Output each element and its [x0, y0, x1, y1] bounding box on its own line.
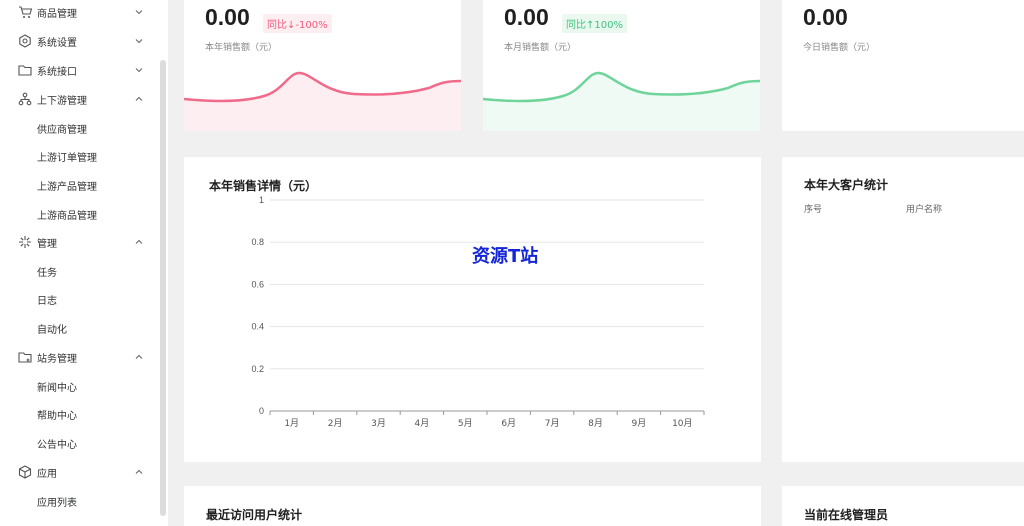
folder-icon [18, 65, 32, 76]
sidebar-item-label: 帮助中心 [37, 410, 77, 422]
x-tick-label: 3月 [371, 418, 386, 429]
y-tick-label: 0.6 [251, 279, 264, 289]
sidebar-item-label: 公告中心 [37, 439, 77, 451]
sales-chart-card: 本年销售详情（元） 1 0.8 0.6 0.4 0.2 0 1月 2月 3月 4月 5月 6月 7月 8月… [184, 157, 761, 462]
stat-label: 本月销售额（元） [504, 43, 577, 53]
chevron-down-icon [135, 10, 143, 15]
chevron-up-icon [135, 469, 143, 474]
sidebar-item-label: 新闻中心 [37, 382, 77, 394]
sidebar-item-upstream-products[interactable]: 上游产品管理 [0, 171, 160, 199]
sidebar-item-supply-chain[interactable]: 上下游管理 [0, 85, 160, 113]
top-customers-card: 本年大客户统计 序号 用户名称 [782, 157, 1024, 462]
hierarchy-icon [18, 92, 32, 106]
card-title: 本年大客户统计 [804, 178, 889, 192]
sidebar-item-news[interactable]: 新闻中心 [0, 372, 160, 400]
sidebar-item-label: 站务管理 [37, 353, 77, 365]
sidebar-item-label: 上游订单管理 [37, 152, 97, 164]
chevron-up-icon [135, 96, 143, 101]
stat-card-today: 0.00 今日销售额（元） [782, 0, 1024, 131]
card-title: 最近访问用户统计 [206, 508, 303, 522]
sidebar-item-label: 系统设置 [37, 37, 77, 49]
sidebar-item-label: 应用 [37, 468, 57, 480]
sidebar-scrollbar[interactable] [160, 60, 166, 516]
sidebar-item-label: 任务 [37, 267, 57, 279]
sidebar-item-announcements[interactable]: 公告中心 [0, 429, 160, 457]
sidebar: 商品管理 系统设置 系统接口 上下游管理 供应商管理 上游订单管理 上游产品管理… [0, 0, 168, 526]
stat-value: 0.00 [504, 4, 549, 30]
recent-visits-card: 最近访问用户统计 [184, 486, 761, 526]
sparkle-icon [19, 236, 31, 248]
x-tick-label: 7月 [545, 418, 560, 429]
y-tick-label: 0.8 [251, 237, 264, 247]
sidebar-item-automation[interactable]: 自动化 [0, 314, 160, 342]
cart-icon [19, 6, 32, 18]
online-admins-card: 当前在线管理员 [782, 486, 1024, 526]
sidebar-item-label: 商品管理 [37, 8, 77, 20]
column-header-index: 序号 [804, 205, 823, 215]
sidebar-item-label: 供应商管理 [37, 124, 87, 136]
sidebar-item-label: 上下游管理 [37, 95, 87, 107]
x-tick-label: 4月 [415, 418, 430, 429]
x-tick-label: 1月 [284, 418, 299, 429]
sidebar-item-settings[interactable]: 系统设置 [0, 27, 160, 55]
sidebar-item-help[interactable]: 帮助中心 [0, 400, 160, 428]
chevron-down-icon [135, 68, 143, 73]
sidebar-item-products[interactable]: 商品管理 [0, 0, 160, 26]
settings-icon [19, 34, 31, 48]
y-tick-label: 0.4 [251, 322, 264, 332]
chevron-up-icon [135, 354, 143, 359]
folder-add-icon [18, 352, 32, 363]
sidebar-item-interfaces[interactable]: 系统接口 [0, 56, 160, 84]
sidebar-item-logs[interactable]: 日志 [0, 285, 160, 313]
x-tick-label: 8月 [588, 418, 603, 429]
sidebar-item-app-list[interactable]: 应用列表 [0, 487, 160, 515]
sales-line-chart: 1 0.8 0.6 0.4 0.2 0 1月 2月 3月 4月 5月 6月 7月 8月 9月 10月 [251, 195, 705, 429]
x-tick-label: 5月 [458, 418, 473, 429]
x-tick-label: 10月 [672, 418, 692, 429]
watermark-text: 资源T站 [472, 246, 539, 267]
sidebar-item-label: 上游商品管理 [37, 210, 97, 222]
stat-label: 今日销售额（元） [803, 43, 876, 53]
sidebar-item-apps[interactable]: 应用 [0, 458, 160, 486]
sidebar-item-site-affairs[interactable]: 站务管理 [0, 343, 160, 371]
sidebar-item-upstream-goods[interactable]: 上游商品管理 [0, 200, 160, 228]
sidebar-item-upstream-orders[interactable]: 上游订单管理 [0, 142, 160, 170]
stat-label: 本年销售额（元） [205, 43, 278, 53]
sidebar-item-label: 系统接口 [37, 66, 77, 78]
trend-badge: 同比↑100% [562, 14, 627, 33]
sparkline [184, 71, 461, 131]
sidebar-item-tasks[interactable]: 任务 [0, 257, 160, 285]
sidebar-item-label: 自动化 [37, 324, 67, 336]
x-tick-label: 9月 [632, 418, 647, 429]
y-tick-label: 0 [259, 406, 264, 416]
sparkline [483, 71, 760, 131]
column-header-username: 用户名称 [906, 205, 943, 215]
trend-badge: 同比↓-100% [263, 14, 332, 33]
sidebar-item-label: 管理 [37, 238, 57, 250]
stat-value: 0.00 [205, 4, 250, 30]
card-title: 当前在线管理员 [804, 508, 889, 522]
y-tick-label: 1 [259, 195, 264, 205]
sidebar-item-management[interactable]: 管理 [0, 228, 160, 256]
x-tick-label: 6月 [501, 418, 516, 429]
cube-icon [18, 465, 32, 479]
sidebar-item-label: 应用列表 [37, 497, 77, 509]
sidebar-item-label: 日志 [37, 295, 57, 307]
chevron-up-icon [135, 239, 143, 244]
sidebar-item-suppliers[interactable]: 供应商管理 [0, 114, 160, 142]
sidebar-item-label: 上游产品管理 [37, 181, 97, 193]
stat-card-month: 0.00 同比↑100% 本月销售额（元） [483, 0, 760, 131]
x-tick-label: 2月 [328, 418, 343, 429]
stat-card-year: 0.00 同比↓-100% 本年销售额（元） [184, 0, 461, 131]
stat-value: 0.00 [803, 4, 848, 30]
y-tick-label: 0.2 [251, 364, 264, 374]
chevron-down-icon [135, 39, 143, 44]
